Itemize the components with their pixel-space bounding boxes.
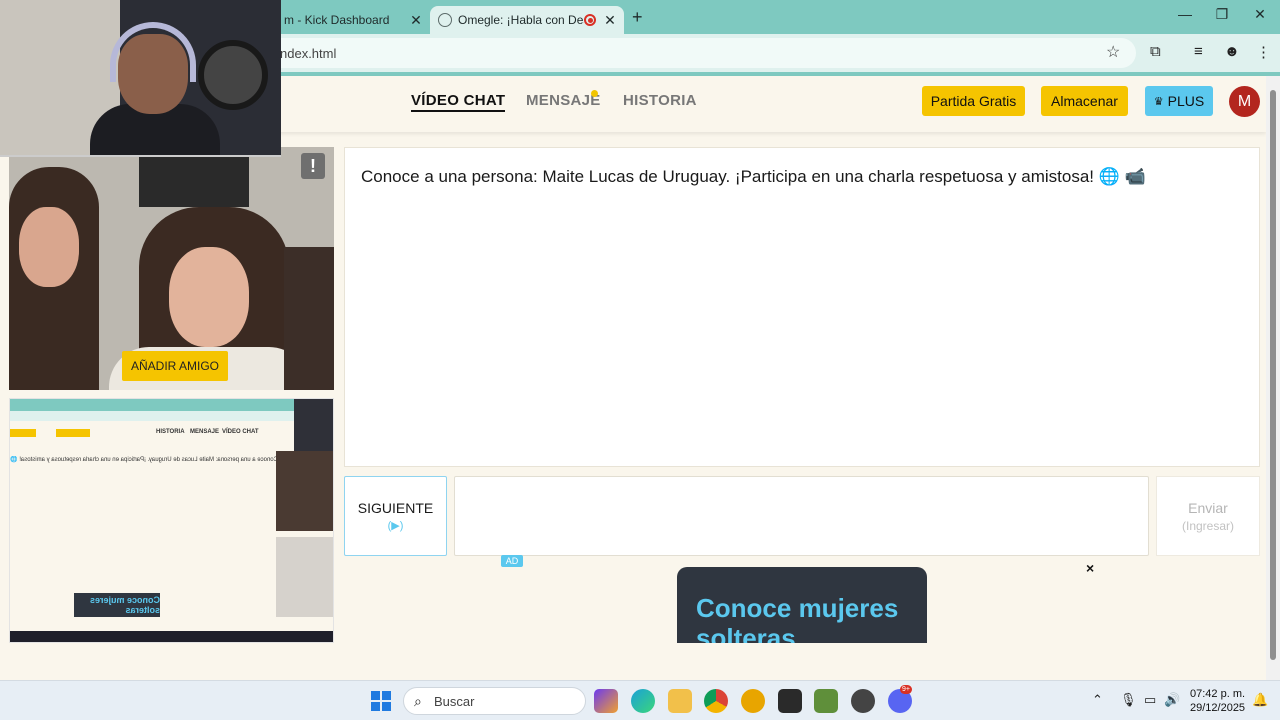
preview-nav: HISTORIA [156,429,185,435]
notification-dot [591,90,598,97]
remote-video: ! AÑADIR AMIGO [9,147,334,390]
maximize-icon[interactable]: ❐ [1207,6,1237,23]
chrome-icon[interactable] [704,689,728,713]
tab-omegle[interactable]: Omegle: ¡Habla con Descon ✕ [430,6,624,34]
taskbar-search[interactable]: ⌕ Buscar [403,687,586,715]
globe-icon [438,13,452,27]
chat-log: Conoce a una persona: Maite Lucas de Uru… [344,147,1260,467]
microphone-icon[interactable]: 🎙 [1120,692,1137,708]
edge-icon[interactable] [631,689,655,713]
page-scrollbar[interactable] [1266,76,1280,680]
clock-date: 29/12/2025 [1190,702,1246,714]
bookmark-star-icon[interactable]: ☆ [1106,42,1120,62]
avatar[interactable]: M [1229,86,1260,117]
preview-ad: Conoce mujeres solteras [74,593,160,617]
nav-video-chat[interactable]: VÍDEO CHAT [411,92,506,112]
close-tab-icon[interactable]: ✕ [602,12,618,29]
headphones [110,22,196,82]
network-icon[interactable]: ▭ [1144,692,1156,708]
preview-button [56,429,90,437]
minimize-icon[interactable]: — [1170,6,1200,22]
kebab-menu-icon[interactable]: ⋮ [1256,43,1271,61]
free-match-button[interactable]: Partida Gratis [922,86,1025,116]
scrollbar-thumb[interactable] [1270,90,1276,660]
fan-object [198,40,268,110]
add-friend-button[interactable]: AÑADIR AMIGO [122,351,229,381]
search-placeholder: Buscar [434,694,475,709]
preview-nav: VÍDEO CHAT [222,429,259,435]
send-label: Enviar [1188,500,1228,516]
nav-history[interactable]: HISTORIA [623,92,697,109]
ad-banner[interactable]: Conoce mujeres solteras [677,567,927,643]
preview-taskbar [10,631,333,642]
self-video-preview: HISTORIA MENSAJE VÍDEO CHAT Conoce a una… [9,398,334,643]
clock[interactable]: 07:42 p. m. 29/12/2025 [1190,687,1245,715]
report-button[interactable]: ! [301,153,325,179]
obs-icon[interactable] [851,689,875,713]
profile-icon[interactable]: ☻ [1224,43,1240,60]
copilot-icon[interactable] [594,689,618,713]
preview-button [10,429,36,437]
screen: m - Kick Dashboard ✕ Omegle: ¡Habla con … [0,0,1280,720]
discord-badge: 9+ [900,685,912,694]
preview-tab-bar [10,399,333,411]
recording-icon [584,14,596,26]
webcam-overlay [0,0,281,157]
windows-taskbar: ⌕ Buscar 9+ ⌃ 🎙 ▭ 🔊 07:42 p. m. 29/12/20… [0,680,1280,720]
app-icon[interactable] [778,689,802,713]
file-explorer-icon[interactable] [668,689,692,713]
plus-button[interactable]: ♛ PLUS [1145,86,1213,116]
preview-remote-video [276,451,333,531]
message-input[interactable] [454,476,1149,556]
next-hint: (▶) [387,520,404,532]
tab-title: m - Kick Dashboard [284,13,390,27]
next-label: SIGUIENTE [357,500,434,516]
nav-message[interactable]: MENSAJE [526,92,601,109]
person-right [284,247,334,390]
store-button[interactable]: Almacenar [1041,86,1128,116]
close-ad-icon[interactable]: × [1086,560,1094,576]
ad-headline: Conoce mujeres solteras [696,593,899,643]
windows-start-icon[interactable] [371,691,391,711]
close-window-icon[interactable]: ✕ [1245,6,1275,23]
media-controls-icon[interactable]: ≡ [1194,43,1203,60]
tab-title: Omegle: ¡Habla con Descon [458,13,584,27]
plus-icon[interactable]: + [632,7,643,28]
person-left-face [19,207,79,287]
url-text: ndex.html [280,46,337,61]
preview-webcam [294,399,333,451]
send-button[interactable]: Enviar (Ingresar) [1156,476,1260,556]
app-icon[interactable] [741,689,765,713]
preview-self-video [276,537,333,617]
send-hint: (Ingresar) [1181,519,1234,533]
extensions-icon[interactable]: ⧉ [1150,43,1161,60]
minecraft-icon[interactable] [814,689,838,713]
crown-icon: ♛ [1153,95,1164,108]
clock-time: 07:42 p. m. [1190,688,1246,700]
address-bar[interactable]: ndex.html [260,38,1136,68]
preview-toolbar [10,411,333,421]
notification-bell-icon[interactable]: 🔔 [1252,692,1268,708]
tab-kick-dashboard[interactable]: m - Kick Dashboard ✕ [270,6,430,34]
next-button[interactable]: SIGUIENTE (▶) [344,476,447,556]
person-center-face [169,247,249,347]
search-icon: ⌕ [414,693,422,709]
system-message: Conoce a una persona: Maite Lucas de Uru… [361,167,1146,186]
chevron-up-icon[interactable]: ⌃ [1092,692,1103,708]
preview-chat-text: Conoce a una persona: Maite Lucas de Uru… [10,457,278,463]
preview-nav: MENSAJE [190,429,220,435]
close-tab-icon[interactable]: ✕ [408,12,424,29]
ad-tag: AD [501,555,523,567]
plus-label: PLUS [1167,93,1205,109]
volume-icon[interactable]: 🔊 [1164,692,1180,708]
